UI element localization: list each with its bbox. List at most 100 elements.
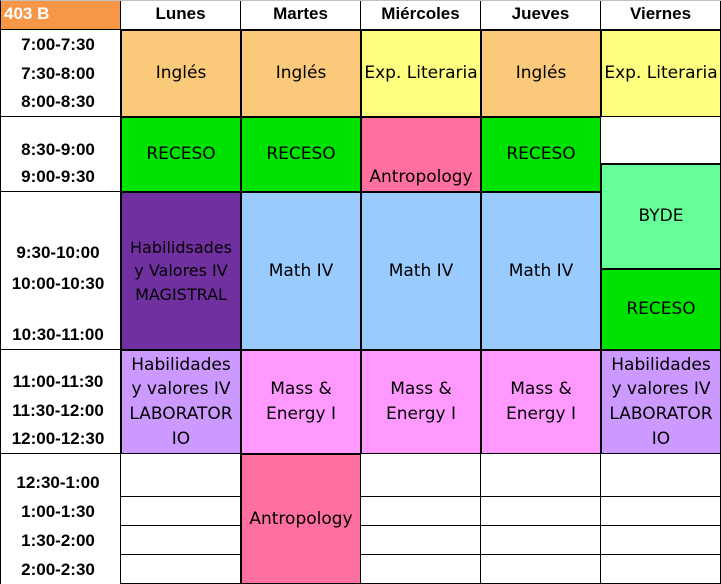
empty-cell (481, 497, 601, 526)
class-block-miercoles-antropology-label: Antropology (369, 167, 473, 188)
time-slot: 7:00-7:30 (0, 30, 121, 59)
class-block-lunes-ingles: Inglés (121, 30, 241, 117)
time-slot: 1:30-2:00 (0, 526, 121, 555)
class-block-lunes-ingles-label: Inglés (155, 63, 207, 84)
empty-cell (601, 497, 721, 526)
class-block-jueves-mass-energy-label: Mass & Energy I (506, 379, 576, 424)
time-slot-label: 2:00-2:30 (21, 560, 95, 580)
class-block-miercoles-antropology: Antropology (361, 117, 481, 192)
time-slot-label: 12:00-12:30 (11, 429, 105, 449)
class-block-jueves-math: Math IV (481, 192, 601, 350)
time-slot: 8:00-8:30 (0, 88, 121, 117)
day-header-4: Jueves (481, 0, 601, 30)
time-slot-label: 10:00-10:30 (11, 274, 105, 294)
time-slot-label: 1:00-1:30 (21, 502, 95, 522)
class-block-martes-mass-energy-label: Mass & Energy I (266, 379, 336, 424)
class-block-martes-math: Math IV (241, 192, 361, 350)
empty-cell (481, 526, 601, 555)
day-header-1: Lunes (121, 0, 241, 30)
time-slot: 2:00-2:30 (0, 555, 121, 584)
day-header-3: Miércoles (361, 0, 481, 30)
time-group-divider (0, 191, 121, 192)
time-slot-label: 9:00-9:30 (21, 167, 95, 187)
class-block-martes-math-label: Math IV (268, 260, 334, 281)
class-block-martes-receso: RECESO (241, 117, 361, 192)
empty-cell (361, 526, 481, 555)
empty-cell (601, 454, 721, 497)
time-slot-label: 11:30-12:00 (12, 401, 104, 421)
time-slot: 12:30-1:00 (0, 454, 121, 497)
time-slot-label: 7:30-8:00 (21, 64, 95, 84)
empty-cell (481, 555, 601, 584)
class-block-viernes-receso: RECESO (601, 269, 721, 350)
class-block-martes-antropology: Antropology (241, 454, 361, 584)
time-slot-label: 8:30-9:00 (21, 140, 95, 160)
class-block-lunes-receso-label: RECESO (146, 144, 216, 165)
day-header-2-label: Martes (273, 4, 328, 24)
class-block-jueves-math-label: Math IV (508, 260, 574, 281)
empty-cell (601, 526, 721, 555)
time-slot-label: 9:30-10:00 (16, 243, 100, 263)
time-slot: 7:30-8:00 (0, 59, 121, 88)
empty-cell (601, 117, 721, 164)
time-group-divider (0, 116, 121, 117)
time-group-divider (0, 453, 121, 454)
empty-cell (121, 497, 241, 526)
class-block-martes-ingles: Inglés (241, 30, 361, 117)
time-slot: 9:30-10:00 (0, 192, 121, 267)
class-block-viernes-receso-label: RECESO (626, 299, 696, 320)
empty-cell (121, 526, 241, 555)
day-header-5-label: Viernes (629, 4, 692, 24)
class-block-viernes-byde: BYDE (601, 164, 721, 269)
schedule-table: 403 B Lunes Martes Miércoles Jueves Viernes 7:… (0, 0, 721, 584)
class-block-miercoles-math-label: Math IV (388, 260, 454, 281)
time-slot: 12:00-12:30 (0, 425, 121, 454)
class-block-martes-ingles-label: Inglés (275, 63, 327, 84)
class-block-lunes-habilidades-laboratorio: Habilidades y valores IV LABORATOR IO (121, 350, 241, 454)
class-block-lunes-receso: RECESO (121, 117, 241, 192)
time-slot-label: 7:00-7:30 (21, 35, 95, 55)
empty-cell (601, 555, 721, 584)
empty-cell (121, 555, 241, 584)
day-header-2: Martes (241, 0, 361, 30)
time-slot: 9:00-9:30 (0, 164, 121, 192)
class-block-viernes-byde-label: BYDE (638, 206, 684, 227)
time-slot-label: 11:00-11:30 (12, 372, 104, 392)
time-slot: 10:00-10:30 (0, 267, 121, 298)
time-slot: 11:30-12:00 (0, 396, 121, 425)
class-block-jueves-mass-energy: Mass & Energy I (481, 350, 601, 454)
time-slot: 10:30-11:00 (0, 298, 121, 350)
empty-cell (361, 555, 481, 584)
day-header-3-label: Miércoles (381, 4, 460, 24)
day-header-1-label: Lunes (155, 4, 206, 24)
class-block-viernes-exp-literaria: Exp. Literaria (601, 30, 721, 117)
empty-cell (121, 454, 241, 497)
empty-cell (361, 497, 481, 526)
class-block-lunes-habilidades-magistral-label: Habilidsades y Valores IV MAGISTRAL (130, 238, 232, 304)
time-slot-label: 8:00-8:30 (21, 92, 95, 112)
class-block-miercoles-mass-energy: Mass & Energy I (361, 350, 481, 454)
class-block-lunes-habilidades-magistral: Habilidsades y Valores IV MAGISTRAL (121, 192, 241, 350)
class-block-miercoles-math: Math IV (361, 192, 481, 350)
time-slot-label: 1:30-2:00 (21, 531, 95, 551)
class-block-viernes-habilidades-laboratorio: Habilidades y valores IV LABORATOR IO (601, 350, 721, 454)
class-block-martes-mass-energy: Mass & Energy I (241, 350, 361, 454)
class-block-viernes-habilidades-laboratorio-label: Habilidades y valores IV LABORATOR IO (609, 354, 713, 449)
day-header-5: Viernes (601, 0, 721, 30)
class-block-jueves-ingles: Inglés (481, 30, 601, 117)
time-slot: 1:00-1:30 (0, 497, 121, 526)
day-header-4-label: Jueves (511, 4, 570, 24)
class-block-martes-receso-label: RECESO (266, 144, 336, 165)
class-block-jueves-ingles-label: Inglés (515, 63, 567, 84)
time-slot: 11:00-11:30 (0, 350, 121, 396)
empty-cell (361, 454, 481, 497)
class-block-lunes-habilidades-laboratorio-label: Habilidades y valores IV LABORATOR IO (129, 354, 233, 449)
class-block-miercoles-exp-literaria-label: Exp. Literaria (364, 63, 478, 84)
class-block-martes-antropology-label: Antropology (249, 508, 353, 529)
class-block-jueves-receso-label: RECESO (506, 144, 576, 165)
time-slot: 8:30-9:00 (0, 117, 121, 164)
time-slot-label: 10:30-11:00 (12, 325, 104, 345)
empty-cell (481, 454, 601, 497)
class-block-viernes-exp-literaria-label: Exp. Literaria (604, 63, 718, 84)
class-block-jueves-receso: RECESO (481, 117, 601, 192)
